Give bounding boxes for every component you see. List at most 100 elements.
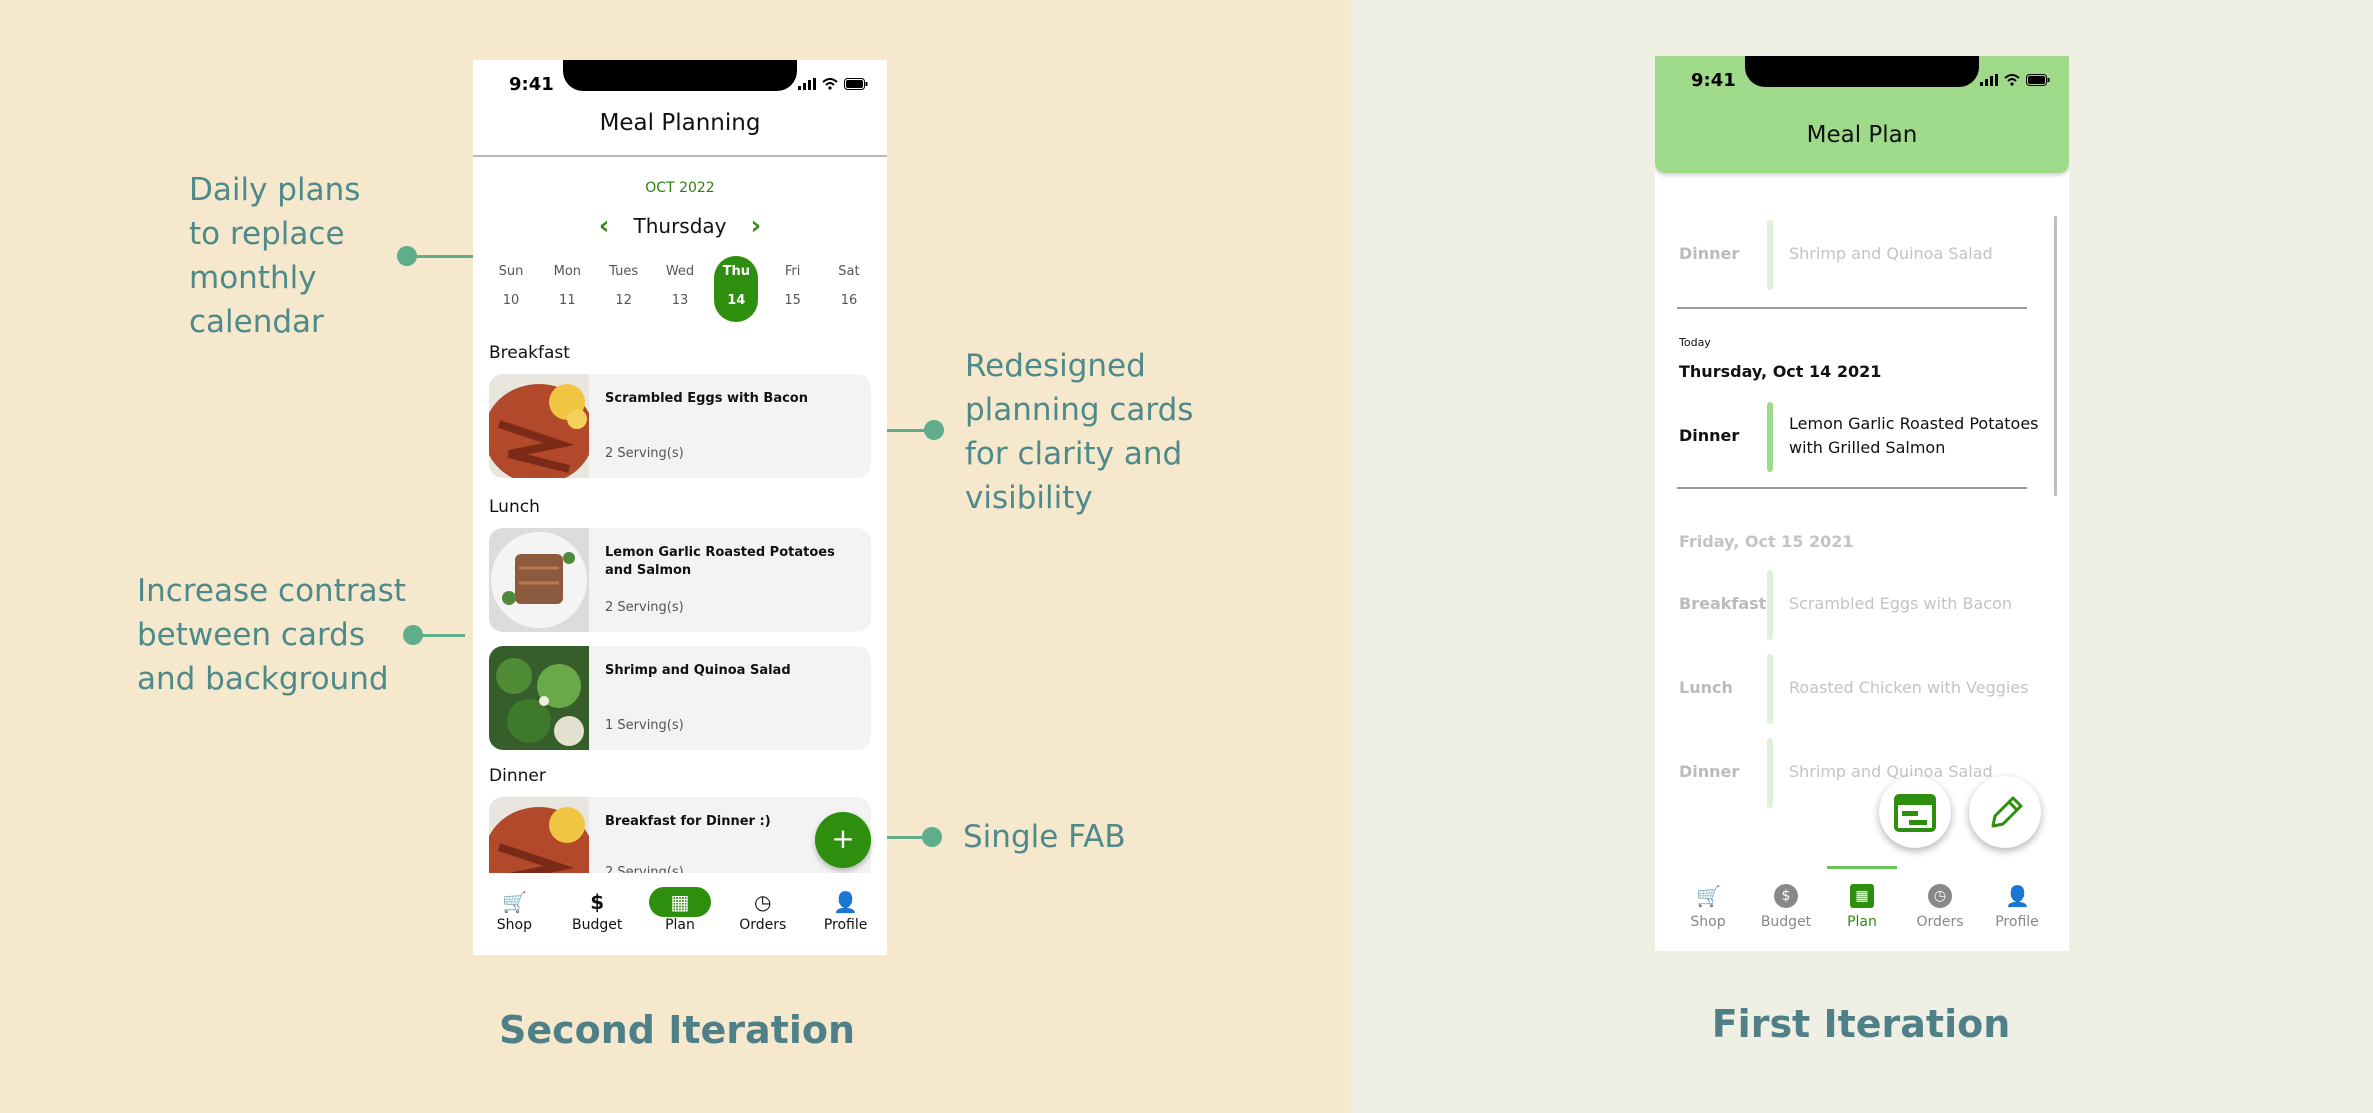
header: 9:41 Meal Plan	[1655, 56, 2069, 173]
tab-budget[interactable]: $ Budget	[1751, 884, 1821, 930]
dollar-icon: $	[1774, 884, 1798, 908]
tab-label: Shop	[496, 917, 532, 933]
day-date: 12	[615, 293, 632, 308]
day-thu-selected[interactable]: Thu 14	[714, 256, 759, 322]
annotation-contrast: Increase contrast between cards and back…	[137, 569, 406, 701]
cart-icon: 🛒	[1696, 884, 1721, 908]
meal-name: Roasted Chicken with Veggies	[1789, 678, 2029, 697]
tab-shop[interactable]: 🛒 Shop	[479, 887, 549, 933]
meal-title: Scrambled Eggs with Bacon	[605, 391, 808, 406]
tab-label: Profile	[823, 917, 868, 933]
meal-card[interactable]: Shrimp and Quinoa Salad 1 Serving(s)	[489, 646, 871, 750]
chevron-right-icon[interactable]: ›	[751, 213, 762, 239]
annotation-line: Increase contrast	[137, 573, 406, 609]
scrollbar[interactable]	[2054, 216, 2057, 496]
caption-second-iteration: Second Iteration	[498, 1008, 856, 1052]
calendar-icon: ▦	[1850, 884, 1874, 908]
day-tue[interactable]: Tues 12	[602, 256, 646, 322]
meal-servings: 2 Serving(s)	[605, 865, 684, 873]
day-sat[interactable]: Sat 16	[827, 256, 871, 322]
meal-indicator	[1767, 570, 1773, 640]
meal-row-today[interactable]: Dinner Lemon Garlic Roasted Potatoes wit…	[1679, 402, 2039, 472]
tab-shop[interactable]: 🛒 Shop	[1673, 884, 1743, 930]
annotation-daily-plans: Daily plans to replace monthly calendar	[189, 168, 360, 344]
week-strip: Sun 10 Mon 11 Tues 12 Wed 13 Thu 14 Fri 15 Sat…	[489, 256, 871, 322]
tab-label: Budget	[1760, 914, 1812, 930]
clock-icon: ◷	[754, 890, 772, 914]
day-mon[interactable]: Mon 11	[545, 256, 589, 322]
tab-profile[interactable]: 👤 Profile	[1982, 884, 2052, 930]
tab-label: Orders	[739, 917, 787, 933]
chevron-left-icon[interactable]: ‹	[599, 213, 610, 239]
annotation-line: for clarity and	[965, 436, 1183, 472]
meal-indicator	[1767, 220, 1773, 290]
annotation-line: between cards	[137, 617, 365, 653]
meal-card[interactable]: Lemon Garlic Roasted Potatoes and Salmon…	[489, 528, 871, 632]
meal-servings: 2 Serving(s)	[605, 600, 684, 615]
calendar-fab[interactable]	[1879, 776, 1951, 848]
tab-budget[interactable]: $ Budget	[562, 887, 632, 933]
day-date: 10	[502, 293, 520, 308]
tab-orders[interactable]: ◷ Orders	[1905, 884, 1975, 930]
meal-name: Lemon Garlic Roasted Potatoes with Grill…	[1789, 414, 2039, 457]
today-date: Thursday, Oct 14 2021	[1679, 362, 1882, 381]
battery-icon	[2026, 74, 2050, 86]
phone-notch	[1745, 56, 1979, 87]
day-wed[interactable]: Wed 13	[658, 256, 702, 322]
day-date: 13	[671, 293, 689, 308]
status-time: 9:41	[509, 74, 554, 95]
meal-card[interactable]: Breakfast for Dinner :) 2 Serving(s)	[489, 797, 871, 873]
meal-type: Dinner	[1679, 762, 1740, 781]
status-icons	[1980, 74, 2050, 86]
meal-type: Dinner	[1679, 426, 1740, 445]
connector-dot	[924, 420, 944, 440]
meal-indicator	[1767, 738, 1773, 808]
meal-photo	[489, 646, 589, 750]
meal-servings: 2 Serving(s)	[605, 446, 684, 461]
meal-photo	[489, 797, 589, 873]
page-title: Meal Planning	[599, 110, 761, 136]
active-tab-indicator	[1827, 866, 1897, 869]
annotation-line: Redesigned	[965, 348, 1146, 384]
meal-row[interactable]: Breakfast Scrambled Eggs with Bacon	[1679, 570, 2039, 640]
tab-plan[interactable]: ▦ Plan	[1827, 884, 1897, 930]
clock-icon: ◷	[1928, 884, 1952, 908]
pencil-icon	[1991, 796, 2023, 828]
tab-label: Plan	[665, 917, 695, 933]
tab-profile[interactable]: 👤 Profile	[811, 887, 881, 933]
section-dinner: Dinner	[489, 766, 546, 786]
meal-type: Dinner	[1679, 244, 1740, 263]
meal-title: Shrimp and Quinoa Salad	[605, 663, 791, 678]
tab-plan[interactable]: ▦ Plan	[645, 887, 715, 933]
current-day-label: Thursday	[633, 214, 727, 238]
edit-fab[interactable]	[1969, 776, 2041, 848]
add-meal-fab[interactable]: +	[815, 812, 871, 868]
page-title: Meal Plan	[1806, 122, 1918, 148]
person-icon: 👤	[833, 890, 859, 914]
annotation-cards: Redesigned planning cards for clarity an…	[965, 344, 1193, 520]
meal-row[interactable]: Lunch Roasted Chicken with Veggies	[1679, 654, 2039, 724]
meal-photo	[489, 374, 589, 478]
tab-orders[interactable]: ◷ Orders	[728, 887, 798, 933]
meal-name: Scrambled Eggs with Bacon	[1789, 594, 2012, 613]
tab-bar: 🛒 Shop $ Budget ▦ Plan ◷ Orders 👤 Profile	[473, 887, 887, 933]
today-label: Today	[1679, 336, 1711, 349]
phone-first-iteration: 9:41 Meal Plan Dinner Shrimp and Quinoa …	[1655, 56, 2069, 951]
meal-row[interactable]: Dinner Shrimp and Quinoa Salad	[1679, 220, 2039, 290]
person-icon: 👤	[2005, 884, 2030, 908]
section-breakfast: Breakfast	[489, 343, 570, 363]
connector-line	[413, 634, 465, 637]
meal-card[interactable]: Scrambled Eggs with Bacon 2 Serving(s)	[489, 374, 871, 478]
divider	[1677, 487, 2027, 489]
day-date: 11	[559, 293, 576, 308]
status-time: 9:41	[1691, 70, 1736, 91]
next-date: Friday, Oct 15 2021	[1679, 532, 1854, 551]
tab-label: Profile	[1995, 914, 2039, 930]
meal-photo	[489, 528, 589, 632]
header-divider	[473, 155, 887, 157]
day-fri[interactable]: Fri 15	[771, 256, 815, 322]
wifi-icon	[2004, 74, 2020, 86]
annotation-line: planning cards	[965, 392, 1194, 428]
meal-type: Breakfast	[1679, 594, 1767, 613]
day-sun[interactable]: Sun 10	[489, 256, 533, 322]
